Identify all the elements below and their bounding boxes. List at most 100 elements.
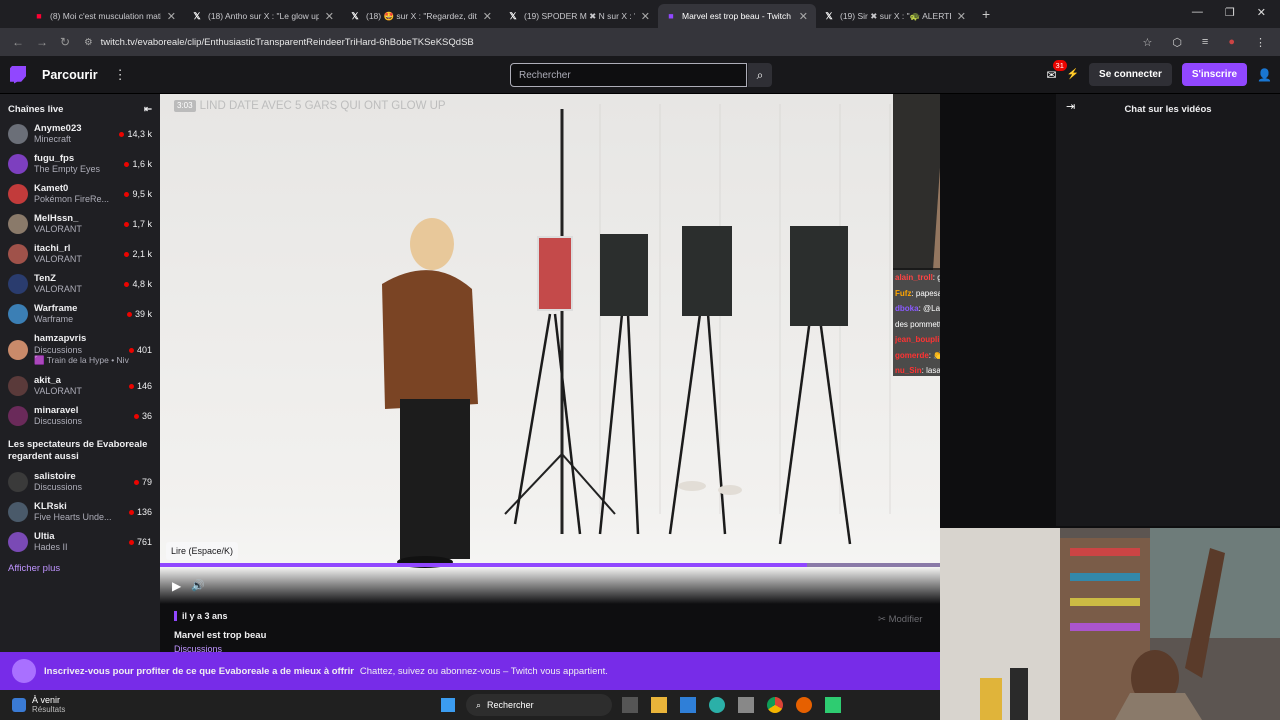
viewer-count-text: 1,6 k	[132, 159, 152, 169]
new-tab-button[interactable]: +	[982, 6, 990, 22]
channel-game: Discussions	[34, 344, 83, 355]
taskbar-search[interactable]: ⌕ Rechercher	[466, 694, 612, 716]
green-app-icon[interactable]	[825, 697, 841, 713]
show-more-link[interactable]: Afficher plus	[0, 557, 160, 580]
volume-icon[interactable]: 🔊	[191, 579, 205, 592]
back-icon[interactable]: ←	[12, 35, 24, 49]
viewer-count-text: 136	[136, 507, 152, 517]
windows-start-icon[interactable]	[441, 698, 455, 712]
chat-message: : lasainte ?	[921, 366, 940, 375]
twitch-logo-icon[interactable]	[10, 65, 26, 84]
search-icon: ⌕	[756, 67, 764, 82]
video-player[interactable]: 3:03 LIND DATE AVEC 5 GARS QUI ONT GLOW …	[160, 94, 940, 604]
sidebar-channel[interactable]: akit_a VALORANT 146	[0, 371, 160, 401]
browser-tab[interactable]: ■ Marvel est trop beau - Twitch ✕	[658, 4, 816, 28]
address-bar-icons: ☆ ⬡ ≡ ● ⋮	[1142, 36, 1280, 49]
turbo-icon[interactable]: ⚡	[1067, 69, 1079, 80]
play-icon[interactable]: ▶	[172, 579, 181, 593]
browse-link[interactable]: Parcourir	[42, 68, 98, 82]
media-icon[interactable]: ≡	[1202, 36, 1208, 49]
channel-name: fugu_fps	[34, 153, 75, 164]
signup-button[interactable]: S'inscrire	[1181, 63, 1248, 86]
browser-menu-icon[interactable]: ⋮	[1255, 36, 1266, 49]
forward-icon[interactable]: →	[36, 35, 48, 49]
apps-icon[interactable]	[738, 697, 754, 713]
live-dot-icon	[126, 311, 132, 317]
browser-tab[interactable]: 𝕏 (19) SPODER M ✖ N sur X : "Al ✕	[500, 4, 658, 28]
file-explorer-icon[interactable]	[651, 697, 667, 713]
browser-tab[interactable]: 𝕏 (19) Sir ✖ sur X : "🐢 ALERTE ✕	[816, 4, 974, 28]
site-info-icon[interactable]: ⚙	[84, 37, 93, 48]
more-menu-icon[interactable]: ⋮	[114, 67, 127, 83]
channel-avatar	[8, 376, 28, 396]
tab-title: Marvel est trop beau - Twitch	[682, 11, 791, 21]
store-icon[interactable]	[680, 697, 696, 713]
close-tab-icon[interactable]: ✕	[799, 10, 808, 23]
viewer-count-text: 79	[141, 477, 152, 487]
channel-info: Kamet0 Pokémon FireRe...	[34, 184, 124, 205]
viewer-count: 1,6 k	[124, 159, 152, 169]
viewer-count: 1,7 k	[124, 219, 152, 229]
clip-info: il y a 3 ans Marvel est trop beau Discus…	[160, 604, 940, 654]
browser-tab[interactable]: 𝕏 (18) 🤩 sur X : "Regardez, dites ✕	[342, 4, 500, 28]
sidebar-channel[interactable]: fugu_fps The Empty Eyes 1,6 k	[0, 149, 160, 179]
viewer-count: 401	[128, 345, 152, 355]
channel-game: Five Hearts Unde...	[34, 512, 112, 522]
extensions-icon[interactable]: ⬡	[1172, 36, 1182, 49]
url-field[interactable]: ⚙ twitch.tv/evaboreale/clip/Enthusiastic…	[84, 31, 1142, 53]
search-input[interactable]: Rechercher	[510, 63, 747, 87]
profile-icon[interactable]: ●	[1228, 36, 1235, 49]
browser-tab[interactable]: 𝕏 (18) Antho sur X : "Le glow up ✕	[184, 4, 342, 28]
minimize-button[interactable]: —	[1192, 6, 1203, 19]
sidebar-channel[interactable]: TenZ VALORANT 4,8 k	[0, 269, 160, 299]
chat-message: : 👏 🧖 il un voyage capilai	[928, 350, 940, 360]
channel-avatar	[8, 304, 28, 324]
maximize-button[interactable]: ❐	[1225, 6, 1235, 19]
sidebar-channel[interactable]: Warframe Warframe 39 k	[0, 299, 160, 329]
sidebar-channel[interactable]: minaravel Discussions 36	[0, 401, 160, 431]
sidebar-channel[interactable]: salistoire Discussions 79	[0, 467, 160, 497]
firefox-icon[interactable]	[796, 697, 812, 713]
chat-title: Chat sur les vidéos	[1124, 104, 1212, 115]
channel-name: minaravel	[34, 405, 79, 416]
window-controls: — ❐ ✕	[1178, 0, 1280, 25]
sidebar-channel[interactable]: MelHssn_ VALORANT 1,7 k	[0, 209, 160, 239]
sidebar-channel[interactable]: Anyme023 Minecraft 14,3 k	[0, 119, 160, 149]
browser-tab[interactable]: ■ (8) Moi c'est musculation matin ✕	[26, 4, 184, 28]
sidebar-channel[interactable]: KLRski Five Hearts Unde... 136	[0, 497, 160, 527]
notifications-icon[interactable]: ✉ 31	[1047, 59, 1067, 82]
sidebar-channel[interactable]: itachi_rl VALORANT 2,1 k	[0, 239, 160, 269]
channel-game: Minecraft	[34, 134, 72, 144]
collapse-sidebar-icon[interactable]: ⇤	[144, 104, 152, 115]
user-menu-icon[interactable]: 👤	[1257, 68, 1272, 82]
sidebar-channel[interactable]: Ultia Hades II 761	[0, 527, 160, 557]
channel-avatar	[8, 244, 28, 264]
channel-game: Pokémon FireRe...	[34, 194, 110, 204]
chrome-icon[interactable]	[767, 697, 783, 713]
collapse-chat-icon[interactable]: ⇥	[1066, 100, 1075, 113]
search-button[interactable]: ⌕	[748, 63, 772, 87]
weather-widget[interactable]: À venir Résultats	[12, 696, 65, 714]
channel-name: Warframe	[34, 303, 78, 314]
bookmark-star-icon[interactable]: ☆	[1142, 36, 1152, 49]
task-view-icon[interactable]	[622, 697, 638, 713]
close-tab-icon[interactable]: ✕	[325, 10, 334, 23]
sidebar-channel[interactable]: hamzapvris Discussions 🟪 Train de la Hype …	[0, 329, 160, 371]
channel-info: Ultia Hades II	[34, 532, 129, 553]
close-tab-icon[interactable]: ✕	[957, 10, 966, 23]
close-tab-icon[interactable]: ✕	[167, 10, 176, 23]
reload-icon[interactable]: ↻	[60, 35, 70, 49]
live-channel-list: Anyme023 Minecraft 14,3 k fugu_fps The Empty…	[0, 119, 160, 431]
close-tab-icon[interactable]: ✕	[483, 10, 492, 23]
edge-icon[interactable]	[709, 697, 725, 713]
close-window-button[interactable]: ✕	[1257, 6, 1266, 19]
also-watching-list: salistoire Discussions 79 KLRski Five Hearts…	[0, 467, 160, 557]
login-button[interactable]: Se connecter	[1089, 63, 1172, 86]
overlay-chat-line: Fufz: papesan envoie ce boug to	[895, 286, 940, 302]
channel-game: Discussions	[34, 482, 83, 492]
sidebar-channel[interactable]: Kamet0 Pokémon FireRe... 9,5 k	[0, 179, 160, 209]
viewer-count: 136	[128, 507, 152, 517]
edit-button[interactable]: ✂ Modifier	[878, 614, 922, 625]
viewer-count: 39 k	[126, 309, 152, 319]
close-tab-icon[interactable]: ✕	[641, 10, 650, 23]
